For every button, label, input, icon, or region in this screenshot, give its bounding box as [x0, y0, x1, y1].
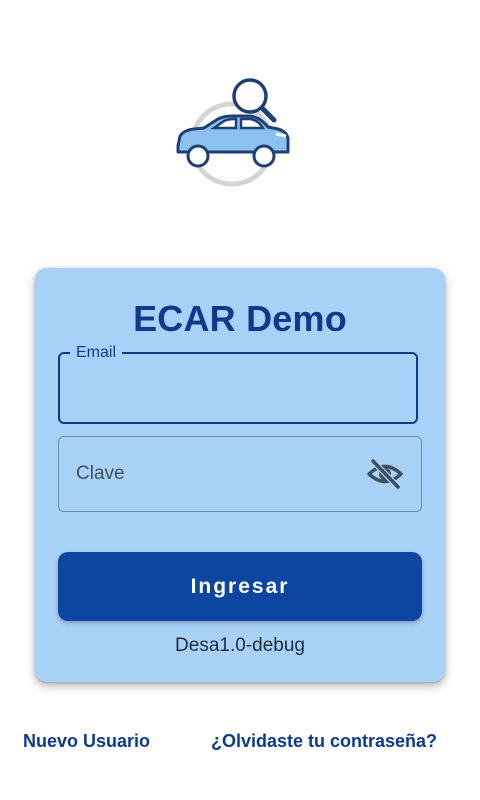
app-title: ECAR Demo — [133, 298, 347, 339]
version-text: Desa1.0-debug — [175, 635, 305, 656]
new-user-link[interactable]: Nuevo Usuario — [23, 729, 150, 753]
car-search-icon — [170, 74, 294, 190]
email-label: Email — [70, 344, 123, 362]
forgot-password-link[interactable]: ¿Olvidaste tu contraseña? — [211, 729, 437, 753]
password-input[interactable] — [62, 454, 380, 494]
eye-off-icon[interactable] — [366, 456, 404, 492]
email-input[interactable] — [62, 372, 426, 412]
login-button[interactable]: Ingresar — [58, 552, 422, 621]
